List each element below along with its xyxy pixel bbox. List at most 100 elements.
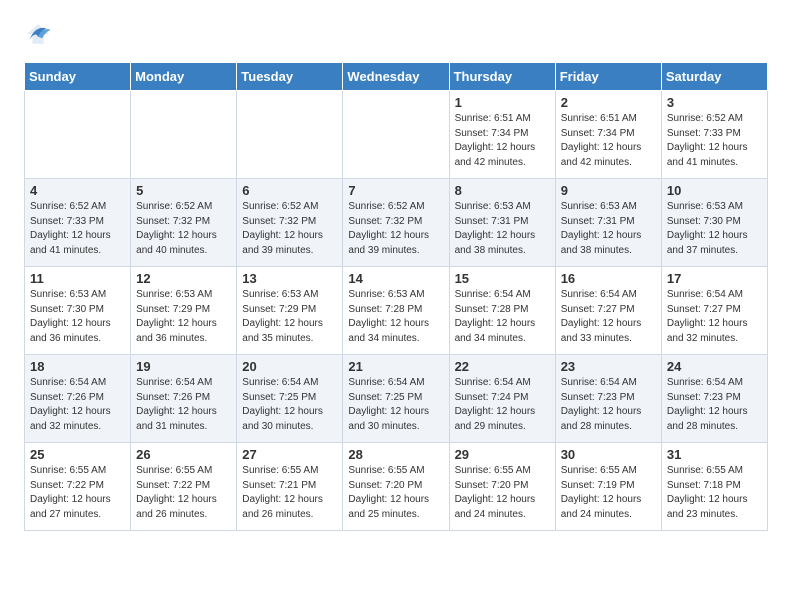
- day-number: 7: [348, 183, 443, 198]
- day-number: 20: [242, 359, 337, 374]
- calendar-cell: 14Sunrise: 6:53 AM Sunset: 7:28 PM Dayli…: [343, 267, 449, 355]
- calendar-cell: 26 Sunrise: 6:55 AM Sunset: 7:22 PM Dayli…: [131, 443, 237, 531]
- cell-info: Sunrise: 6:54 AM Sunset: 7:26 PM Dayligh…: [136, 376, 231, 434]
- day-number: 2: [561, 95, 656, 110]
- cell-info: Sunrise: 6:53 AM Sunset: 7:31 PM Dayligh…: [561, 200, 656, 258]
- calendar-cell: [25, 91, 131, 179]
- cell-info: Sunrise: 6:54 AM Sunset: 7:27 PM Dayligh…: [667, 288, 762, 346]
- cell-info: Sunrise: 6:54 AM Sunset: 7:25 PM Dayligh…: [242, 376, 337, 434]
- cell-info: Sunrise: 6:52 AM Sunset: 7:33 PM Dayligh…: [667, 112, 762, 170]
- calendar-cell: 3 Sunrise: 6:52 AM Sunset: 7:33 PM Daylig…: [661, 91, 767, 179]
- calendar-cell: 1Sunrise: 6:51 AM Sunset: 7:34 PM Daylig…: [449, 91, 555, 179]
- cell-info: Sunrise: 6:55 AM Sunset: 7:19 PM Dayligh…: [561, 464, 656, 522]
- day-number: 31: [667, 447, 762, 462]
- calendar-cell: [237, 91, 343, 179]
- calendar-header-row: SundayMondayTuesdayWednesdayThursdayFrid…: [25, 63, 768, 91]
- col-header-sunday: Sunday: [25, 63, 131, 91]
- calendar-cell: 8 Sunrise: 6:53 AM Sunset: 7:31 PM Daylig…: [449, 179, 555, 267]
- calendar-cell: 23 Sunrise: 6:54 AM Sunset: 7:23 PM Dayli…: [555, 355, 661, 443]
- cell-info: Sunrise: 6:53 AM Sunset: 7:29 PM Dayligh…: [136, 288, 231, 346]
- day-number: 9: [561, 183, 656, 198]
- cell-info: Sunrise: 6:52 AM Sunset: 7:32 PM Dayligh…: [136, 200, 231, 258]
- day-number: 10: [667, 183, 762, 198]
- calendar-cell: [343, 91, 449, 179]
- calendar-week-row: 18 Sunrise: 6:54 AM Sunset: 7:26 PM Dayli…: [25, 355, 768, 443]
- cell-info: Sunrise: 6:54 AM Sunset: 7:25 PM Dayligh…: [348, 376, 443, 434]
- day-number: 18: [30, 359, 125, 374]
- col-header-thursday: Thursday: [449, 63, 555, 91]
- day-number: 13: [242, 271, 337, 286]
- col-header-tuesday: Tuesday: [237, 63, 343, 91]
- cell-info: Sunrise: 6:52 AM Sunset: 7:33 PM Dayligh…: [30, 200, 125, 258]
- cell-info: Sunrise: 6:55 AM Sunset: 7:20 PM Dayligh…: [455, 464, 550, 522]
- col-header-friday: Friday: [555, 63, 661, 91]
- col-header-saturday: Saturday: [661, 63, 767, 91]
- day-number: 23: [561, 359, 656, 374]
- calendar-table: SundayMondayTuesdayWednesdayThursdayFrid…: [24, 62, 768, 531]
- cell-info: Sunrise: 6:51 AM Sunset: 7:34 PM Dayligh…: [561, 112, 656, 170]
- cell-info: Sunrise: 6:55 AM Sunset: 7:21 PM Dayligh…: [242, 464, 337, 522]
- cell-info: Sunrise: 6:54 AM Sunset: 7:23 PM Dayligh…: [667, 376, 762, 434]
- day-number: 29: [455, 447, 550, 462]
- cell-info: Sunrise: 6:55 AM Sunset: 7:22 PM Dayligh…: [30, 464, 125, 522]
- day-number: 3: [667, 95, 762, 110]
- logo: [24, 20, 56, 48]
- day-number: 16: [561, 271, 656, 286]
- day-number: 30: [561, 447, 656, 462]
- calendar-cell: 25 Sunrise: 6:55 AM Sunset: 7:22 PM Dayli…: [25, 443, 131, 531]
- cell-info: Sunrise: 6:52 AM Sunset: 7:32 PM Dayligh…: [348, 200, 443, 258]
- calendar-cell: 9 Sunrise: 6:53 AM Sunset: 7:31 PM Daylig…: [555, 179, 661, 267]
- calendar-cell: 28 Sunrise: 6:55 AM Sunset: 7:20 PM Dayli…: [343, 443, 449, 531]
- calendar-cell: 4 Sunrise: 6:52 AM Sunset: 7:33 PM Daylig…: [25, 179, 131, 267]
- cell-info: Sunrise: 6:55 AM Sunset: 7:20 PM Dayligh…: [348, 464, 443, 522]
- calendar-cell: 7 Sunrise: 6:52 AM Sunset: 7:32 PM Daylig…: [343, 179, 449, 267]
- day-number: 8: [455, 183, 550, 198]
- calendar-cell: 5 Sunrise: 6:52 AM Sunset: 7:32 PM Daylig…: [131, 179, 237, 267]
- calendar-cell: 20 Sunrise: 6:54 AM Sunset: 7:25 PM Dayli…: [237, 355, 343, 443]
- day-number: 28: [348, 447, 443, 462]
- calendar-cell: 16 Sunrise: 6:54 AM Sunset: 7:27 PM Dayli…: [555, 267, 661, 355]
- calendar-cell: 27 Sunrise: 6:55 AM Sunset: 7:21 PM Dayli…: [237, 443, 343, 531]
- day-number: 24: [667, 359, 762, 374]
- calendar-cell: [131, 91, 237, 179]
- cell-info: Sunrise: 6:53 AM Sunset: 7:30 PM Dayligh…: [30, 288, 125, 346]
- cell-info: Sunrise: 6:54 AM Sunset: 7:27 PM Dayligh…: [561, 288, 656, 346]
- cell-info: Sunrise: 6:53 AM Sunset: 7:31 PM Dayligh…: [455, 200, 550, 258]
- cell-info: Sunrise: 6:55 AM Sunset: 7:22 PM Dayligh…: [136, 464, 231, 522]
- day-number: 19: [136, 359, 231, 374]
- cell-info: Sunrise: 6:54 AM Sunset: 7:24 PM Dayligh…: [455, 376, 550, 434]
- calendar-cell: 2 Sunrise: 6:51 AM Sunset: 7:34 PM Daylig…: [555, 91, 661, 179]
- calendar-cell: 6Sunrise: 6:52 AM Sunset: 7:32 PM Daylig…: [237, 179, 343, 267]
- day-number: 15: [455, 271, 550, 286]
- calendar-cell: 24 Sunrise: 6:54 AM Sunset: 7:23 PM Dayli…: [661, 355, 767, 443]
- day-number: 25: [30, 447, 125, 462]
- calendar-cell: 18 Sunrise: 6:54 AM Sunset: 7:26 PM Dayli…: [25, 355, 131, 443]
- calendar-cell: 17Sunrise: 6:54 AM Sunset: 7:27 PM Dayli…: [661, 267, 767, 355]
- calendar-cell: 19 Sunrise: 6:54 AM Sunset: 7:26 PM Dayli…: [131, 355, 237, 443]
- calendar-cell: 10Sunrise: 6:53 AM Sunset: 7:30 PM Dayli…: [661, 179, 767, 267]
- cell-info: Sunrise: 6:54 AM Sunset: 7:23 PM Dayligh…: [561, 376, 656, 434]
- calendar-cell: 15 Sunrise: 6:54 AM Sunset: 7:28 PM Dayli…: [449, 267, 555, 355]
- calendar-week-row: 11Sunrise: 6:53 AM Sunset: 7:30 PM Dayli…: [25, 267, 768, 355]
- cell-info: Sunrise: 6:51 AM Sunset: 7:34 PM Dayligh…: [455, 112, 550, 170]
- calendar-cell: 21 Sunrise: 6:54 AM Sunset: 7:25 PM Dayli…: [343, 355, 449, 443]
- day-number: 5: [136, 183, 231, 198]
- cell-info: Sunrise: 6:55 AM Sunset: 7:18 PM Dayligh…: [667, 464, 762, 522]
- calendar-week-row: 1Sunrise: 6:51 AM Sunset: 7:34 PM Daylig…: [25, 91, 768, 179]
- day-number: 21: [348, 359, 443, 374]
- logo-icon: [24, 20, 52, 48]
- col-header-monday: Monday: [131, 63, 237, 91]
- day-number: 27: [242, 447, 337, 462]
- col-header-wednesday: Wednesday: [343, 63, 449, 91]
- calendar-cell: 22 Sunrise: 6:54 AM Sunset: 7:24 PM Dayli…: [449, 355, 555, 443]
- calendar-cell: 13 Sunrise: 6:53 AM Sunset: 7:29 PM Dayli…: [237, 267, 343, 355]
- calendar-week-row: 4 Sunrise: 6:52 AM Sunset: 7:33 PM Daylig…: [25, 179, 768, 267]
- day-number: 4: [30, 183, 125, 198]
- calendar-cell: 30 Sunrise: 6:55 AM Sunset: 7:19 PM Dayli…: [555, 443, 661, 531]
- cell-info: Sunrise: 6:53 AM Sunset: 7:29 PM Dayligh…: [242, 288, 337, 346]
- day-number: 22: [455, 359, 550, 374]
- calendar-week-row: 25 Sunrise: 6:55 AM Sunset: 7:22 PM Dayli…: [25, 443, 768, 531]
- cell-info: Sunrise: 6:54 AM Sunset: 7:26 PM Dayligh…: [30, 376, 125, 434]
- day-number: 26: [136, 447, 231, 462]
- cell-info: Sunrise: 6:54 AM Sunset: 7:28 PM Dayligh…: [455, 288, 550, 346]
